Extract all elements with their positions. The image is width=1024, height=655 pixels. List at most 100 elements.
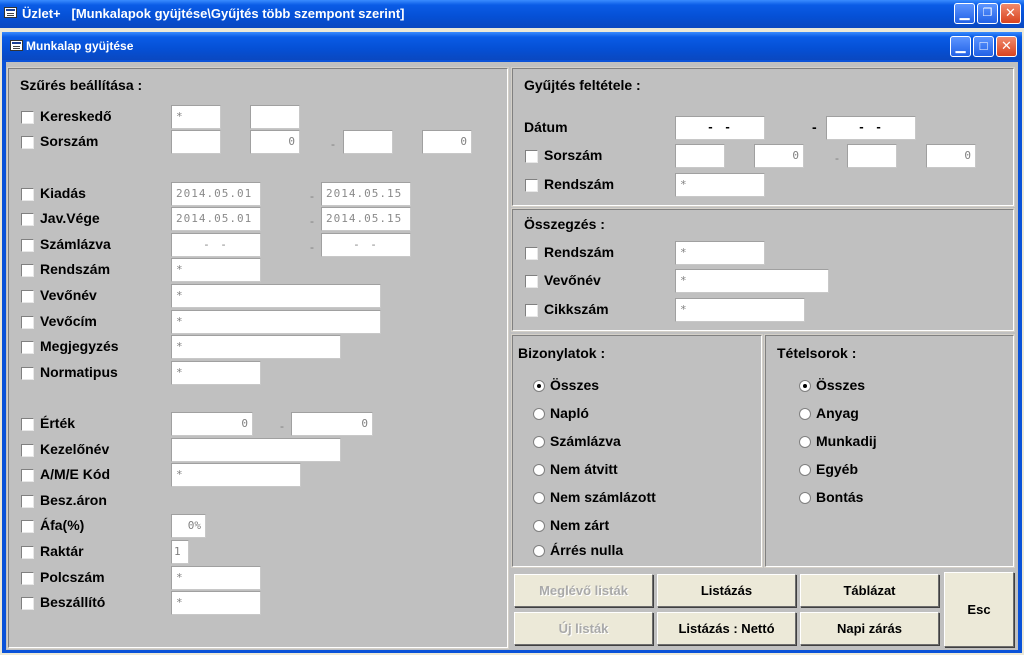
megjegyzes-checkbox[interactable] [21,341,34,354]
items-radio-2[interactable] [799,436,811,448]
beszallito-checkbox[interactable] [21,597,34,610]
ertek-label: Érték [40,415,76,431]
summary-rendszam-checkbox[interactable] [525,247,538,260]
docs-option-label[interactable]: Nem zárt [550,517,609,533]
kezelonev-input[interactable] [171,438,341,462]
napi-zaras-button[interactable]: Napi zárás [800,612,939,645]
sorszam-prefix-to[interactable] [343,130,393,154]
form-close-button[interactable]: ✕ [996,36,1017,57]
javvege-checkbox[interactable] [21,213,34,226]
raktar-checkbox[interactable] [21,546,34,559]
form-maximize-button[interactable]: □ [973,36,994,57]
beszaron-checkbox[interactable] [21,495,34,508]
app-minimize-button[interactable]: ▁ [954,3,975,24]
sorszam-checkbox[interactable] [21,136,34,149]
items-option-label[interactable]: Egyéb [816,461,858,477]
docs-radio-5[interactable] [533,520,545,532]
items-option-label[interactable]: Összes [816,377,865,393]
szamlazva-to[interactable]: - - [321,233,411,257]
listazas-netto-button[interactable]: Listázás : Nettó [657,612,796,645]
raktar-input[interactable]: 1 [171,540,189,564]
collect-rendszam-checkbox[interactable] [525,179,538,192]
rendszam-input[interactable]: * [171,258,261,282]
docs-radio-2[interactable] [533,436,545,448]
sorszam-prefix-from[interactable] [171,130,221,154]
polcszam-checkbox[interactable] [21,572,34,585]
summary-cikkszam-input[interactable]: * [675,298,805,322]
kiadas-from[interactable]: 2014.05.01 [171,182,261,206]
app-close-button[interactable]: ✕ [1000,3,1021,24]
docs-option-label[interactable]: Számlázva [550,433,621,449]
normatipus-input[interactable]: * [171,361,261,385]
ertek-checkbox[interactable] [21,418,34,431]
esc-button[interactable]: Esc [944,572,1014,647]
kiadas-checkbox[interactable] [21,188,34,201]
datum-to[interactable]: - - [826,116,916,140]
afa-checkbox[interactable] [21,520,34,533]
docs-option-label[interactable]: Árrés nulla [550,542,623,558]
collect-sorszam-from[interactable]: 0 [754,144,804,168]
collect-rendszam-input[interactable]: * [675,173,765,197]
vevocim-input[interactable]: * [171,310,381,334]
items-radio-4[interactable] [799,492,811,504]
collect-sorszam-to[interactable]: 0 [926,144,976,168]
summary-vevonev-input[interactable]: * [675,269,829,293]
app-restore-button[interactable]: ❐ [977,3,998,24]
items-radio-3[interactable] [799,464,811,476]
sorszam-to[interactable]: 0 [422,130,472,154]
kereskedo-input[interactable]: * [171,105,221,129]
vevonev-input[interactable]: * [171,284,381,308]
docs-radio-3[interactable] [533,464,545,476]
collect-sorszam-prefix-to[interactable] [847,144,897,168]
items-option-label[interactable]: Bontás [816,489,863,505]
items-radio-0[interactable] [799,380,811,392]
docs-option-label[interactable]: Napló [550,405,589,421]
javvege-from[interactable]: 2014.05.01 [171,207,261,231]
sorszam-from[interactable]: 0 [250,130,300,154]
docs-option-label[interactable]: Összes [550,377,599,393]
docs-radio-1[interactable] [533,408,545,420]
summary-cikkszam-checkbox[interactable] [525,304,538,317]
kereskedo-checkbox[interactable] [21,111,34,124]
docs-radio-4[interactable] [533,492,545,504]
items-radio-1[interactable] [799,408,811,420]
megjegyzes-input[interactable]: * [171,335,341,359]
ertek-to[interactable]: 0 [291,412,373,436]
megjegyzes-label: Megjegyzés [40,338,119,354]
docs-radio-6[interactable] [533,545,545,557]
vevonev-checkbox[interactable] [21,290,34,303]
kereskedo-input-2[interactable] [250,105,300,129]
summary-rendszam-input[interactable]: * [675,241,765,265]
rendszam-checkbox[interactable] [21,264,34,277]
items-title: Tételsorok : [777,345,857,361]
docs-option-label[interactable]: Nem számlázott [550,489,656,505]
meglevo-listak-button[interactable]: Meglévő listák [514,574,653,607]
kiadas-to[interactable]: 2014.05.15 [321,182,411,206]
items-option-label[interactable]: Anyag [816,405,859,421]
tablazat-button[interactable]: Táblázat [800,574,939,607]
beszallito-input[interactable]: * [171,591,261,615]
datum-from[interactable]: - - [675,116,765,140]
uj-listak-button[interactable]: Új listák [514,612,653,645]
app-title-bar: Üzlet+ [Munkalapok gyüjtése\Gyűjtés több… [0,0,1024,28]
listazas-button[interactable]: Listázás [657,574,796,607]
docs-option-label[interactable]: Nem átvitt [550,461,618,477]
amekod-input[interactable]: * [171,463,301,487]
ertek-from[interactable]: 0 [171,412,253,436]
docs-radio-0[interactable] [533,380,545,392]
kezelonev-checkbox[interactable] [21,444,34,457]
collect-sorszam-checkbox[interactable] [525,150,538,163]
normatipus-checkbox[interactable] [21,367,34,380]
form-minimize-button[interactable]: ▁ [950,36,971,57]
amekod-checkbox[interactable] [21,469,34,482]
afa-input[interactable]: 0% [171,514,206,538]
items-option-label[interactable]: Munkadij [816,433,877,449]
vevocim-checkbox[interactable] [21,316,34,329]
polcszam-input[interactable]: * [171,566,261,590]
javvege-to[interactable]: 2014.05.15 [321,207,411,231]
summary-vevonev-checkbox[interactable] [525,275,538,288]
kezelonev-label: Kezelőnév [40,441,110,457]
szamlazva-from[interactable]: - - [171,233,261,257]
szamlazva-checkbox[interactable] [21,239,34,252]
collect-sorszam-prefix-from[interactable] [675,144,725,168]
